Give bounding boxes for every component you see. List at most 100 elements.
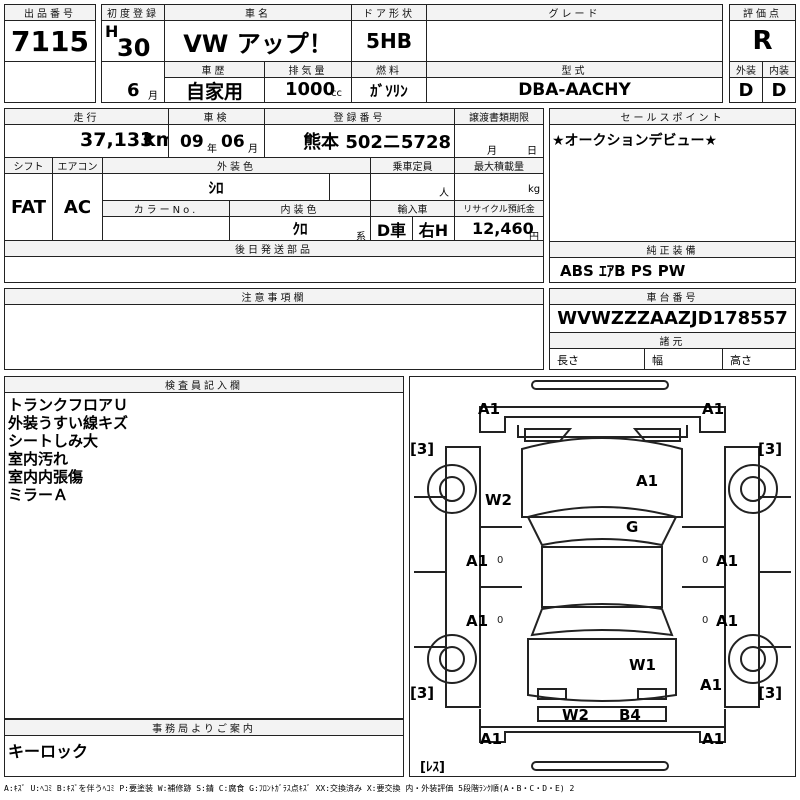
genuine-equip-value: ABS ｴｱB PS PW — [560, 261, 686, 280]
capacity-unit: 人 — [439, 188, 449, 199]
office-note: キーロック — [8, 742, 89, 761]
displacement-header: 排気量 — [264, 61, 352, 78]
insp-year-value: 09 — [180, 132, 204, 152]
damage-mark-rear-right: B4 — [619, 706, 641, 724]
inspection-header: 車検 — [168, 108, 265, 125]
insp-year-unit: 年 — [207, 144, 217, 155]
aircon-value: AC — [63, 196, 92, 218]
fuel-value: ｶﾞｿﾘﾝ — [370, 81, 408, 100]
spec-height-label: 高さ — [730, 354, 752, 367]
insp-month-value: 06 — [221, 132, 245, 152]
displacement-unit: cc — [331, 88, 342, 99]
ext-color-extra-cell — [329, 173, 371, 201]
spec-width-label: 幅 — [652, 354, 663, 367]
side-mark-right-rear: 0 — [702, 615, 708, 626]
score-value: R — [752, 26, 773, 56]
tire-mark-rear-right: [3] — [758, 684, 783, 702]
damage-mark-windshield: G — [626, 518, 639, 536]
damage-mark-rear-left: W2 — [562, 706, 589, 724]
damage-mark-door-rear-right: A1 — [716, 612, 739, 630]
later-parts-cell — [4, 256, 544, 283]
model-code-header: 型式 — [426, 61, 723, 78]
side-mark-right-front: 0 — [702, 555, 708, 566]
insp-month-unit: 月 — [248, 144, 258, 155]
mileage-header: 走行 — [4, 108, 169, 125]
first-reg-header: 初度登録 — [101, 4, 165, 21]
damage-mark-roof-rear: W1 — [629, 656, 656, 674]
steering-value: 右H — [418, 220, 449, 240]
damage-mark-bonnet: A1 — [636, 472, 659, 490]
history-header: 車歴 — [164, 61, 265, 78]
month-unit: 月 — [148, 91, 158, 102]
grade-value — [426, 20, 723, 62]
ext-color-value: ｼﾛ — [208, 178, 224, 197]
lot-no-lower-cell — [4, 61, 96, 103]
shift-header: シフト — [4, 157, 53, 174]
year-value: 30 — [117, 34, 151, 62]
chassis-no-header: 車台番号 — [549, 288, 796, 305]
damage-mark-fender-left: W2 — [485, 491, 512, 509]
genuine-equip-header: 純正装備 — [549, 241, 796, 258]
reg-no-header: 登録番号 — [264, 108, 455, 125]
exterior-value: D — [738, 79, 754, 101]
history-value: 自家用 — [185, 80, 243, 103]
tire-mark-front-left: [3] — [410, 440, 435, 458]
notes-cell — [4, 304, 544, 370]
int-color-header: 内装色 — [229, 200, 371, 217]
import-value: D車 — [376, 220, 407, 240]
interior-header: 内装 — [762, 61, 796, 78]
import-header: 輸入車 — [370, 200, 455, 217]
capacity-header: 乗車定員 — [370, 157, 455, 174]
color-no-header: カラーNo. — [102, 200, 230, 217]
damage-mark-door-rear-left: A1 — [466, 612, 489, 630]
recycle-value: 12,460 — [472, 219, 534, 238]
damage-mark-rear-bumper-left: A1 — [480, 730, 503, 748]
damage-mark-front-left: A1 — [478, 400, 501, 418]
car-name-header: 車名 — [164, 4, 352, 21]
office-header: 事務局よりご案内 — [4, 719, 404, 736]
max-load-unit: kg — [528, 184, 541, 195]
interior-value: D — [771, 79, 787, 101]
car-outline: 0 0 0 0 — [414, 380, 791, 771]
month-value: 6 — [127, 80, 140, 101]
aircon-header: エアコン — [52, 157, 103, 174]
damage-mark-rear-bumper-right: A1 — [702, 730, 725, 748]
spare-tire-mark: [ﾚｽ] — [420, 760, 445, 775]
max-load-header: 最大積載量 — [454, 157, 544, 174]
notes-header: 注意事項欄 — [4, 288, 544, 305]
inspector-header: 検査員記入欄 — [4, 376, 404, 393]
reg-no-value: 熊本 502ニ5728 — [303, 132, 451, 153]
damage-mark-door-front-right: A1 — [716, 552, 739, 570]
tire-mark-front-right: [3] — [758, 440, 783, 458]
chassis-no-value: WVWZZZAAZJD178557 — [557, 308, 788, 329]
legend-line: A:ｷｽﾞ U:ﾍｺﾐ B:ｷｽﾞを伴うﾍｺﾐ P:要塗装 W:補修跡 S:錆 … — [4, 783, 575, 793]
sales-point-value: ★オークションデビュー★ — [552, 133, 718, 149]
int-color-value: ｸﾛ — [292, 220, 308, 238]
displacement-value: 1000 — [285, 79, 336, 100]
later-parts-header: 後日発送部品 — [4, 240, 544, 257]
lot-no-header: 出品番号 — [4, 4, 96, 21]
car-name-value: VW アップ！ — [183, 29, 333, 58]
damage-mark-door-front-left: A1 — [466, 552, 489, 570]
exterior-header: 外装 — [729, 61, 763, 78]
recycle-header: リサイクル預託金 — [454, 200, 544, 217]
shift-value: FAT — [10, 196, 47, 218]
ext-color-header: 外装色 — [102, 157, 371, 174]
door-value: 5HB — [366, 29, 412, 53]
side-mark-left-rear: 0 — [497, 615, 503, 626]
damage-diagram: 0 0 0 0 — [409, 376, 796, 777]
color-no-cell — [102, 216, 230, 241]
transfer-deadline-header: 譲渡書類期限 — [454, 108, 544, 125]
sales-point-header: セールスポイント — [549, 108, 796, 125]
tire-mark-rear-left: [3] — [410, 684, 435, 702]
side-mark-left-front: 0 — [497, 555, 503, 566]
fuel-header: 燃料 — [351, 61, 427, 78]
grade-header: グレード — [426, 4, 723, 21]
damage-mark-front-right: A1 — [702, 400, 725, 418]
score-header: 評価点 — [729, 4, 796, 21]
specs-header: 諸元 — [549, 332, 796, 349]
transfer-month-unit: 月 — [487, 146, 497, 157]
lot-no-value: 7115 — [11, 24, 89, 58]
damage-mark-quarter-right: A1 — [700, 676, 723, 694]
door-header: ドア形状 — [351, 4, 427, 21]
